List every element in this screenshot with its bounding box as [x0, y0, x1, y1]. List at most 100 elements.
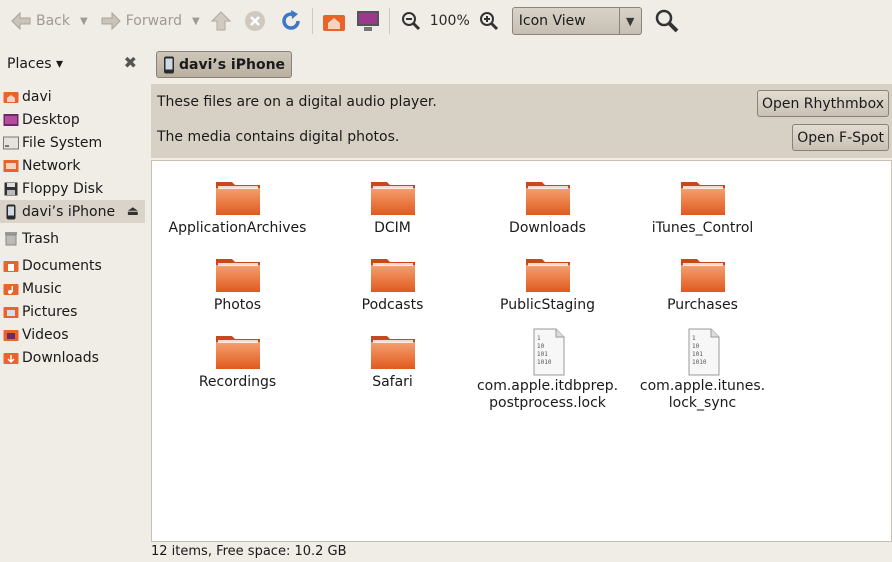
toolbar: Back ▼ Forward ▼ 100% Icon View ▼ — [0, 0, 892, 42]
folder-item[interactable]: PublicStaging — [470, 255, 625, 314]
sidebar-item[interactable]: File System — [0, 131, 145, 154]
chevron-down-icon: ▼ — [618, 8, 641, 34]
sidebar-item[interactable]: davi — [0, 85, 145, 108]
file-name: PublicStaging — [500, 297, 595, 313]
sidebar-item[interactable]: Documents — [0, 254, 145, 277]
sidebar-item-label: Downloads — [22, 349, 99, 366]
file-name: com.apple.itunes. lock_sync — [639, 378, 766, 411]
toolbar-separator — [311, 8, 313, 34]
folder-icon — [315, 178, 470, 218]
iphone-icon — [164, 56, 174, 73]
folder-item[interactable]: Downloads — [470, 178, 625, 237]
status-bar: 12 items, Free space: 10.2 GB — [151, 544, 347, 559]
view-mode-select[interactable]: Icon View ▼ — [511, 7, 642, 35]
svg-text:1: 1 — [692, 335, 696, 342]
audio-player-message: These files are on a digital audio playe… — [157, 94, 437, 110]
file-name: iTunes_Control — [651, 220, 754, 236]
svg-text:1: 1 — [537, 335, 541, 342]
home-folder-icon — [3, 89, 19, 105]
svg-text:1010: 1010 — [537, 359, 552, 366]
forward-arrow-icon — [101, 11, 121, 31]
sidebar-item-label: Music — [22, 280, 62, 297]
downloads-folder-icon — [3, 350, 19, 366]
floppy-icon — [3, 181, 19, 197]
videos-folder-icon — [3, 327, 19, 343]
close-sidebar-button[interactable]: ✖ — [124, 53, 137, 72]
close-icon: ✖ — [123, 53, 137, 72]
eject-icon[interactable]: ⏏ — [127, 204, 139, 219]
music-folder-icon — [3, 281, 19, 297]
sidebar-item[interactable]: Downloads — [0, 346, 145, 369]
breadcrumb-label: davi’s iPhone — [179, 56, 286, 73]
forward-label: Forward — [125, 13, 183, 29]
computer-icon — [356, 11, 379, 31]
sidebar-item-label: davi — [22, 88, 52, 105]
folder-icon — [160, 332, 315, 372]
folder-item[interactable]: iTunes_Control — [625, 178, 780, 237]
open-rhythmbox-button[interactable]: Open Rhythmbox — [756, 90, 889, 117]
svg-text:101: 101 — [692, 351, 703, 358]
sidebar-item[interactable]: Trash — [0, 227, 145, 250]
zoom-in-button[interactable] — [476, 8, 502, 34]
sidebar-item[interactable]: Network — [0, 154, 145, 177]
folder-icon — [625, 178, 780, 218]
folder-item[interactable]: Purchases — [625, 255, 780, 314]
sidebar-item[interactable]: Videos — [0, 323, 145, 346]
sidebar-item[interactable]: Music — [0, 277, 145, 300]
folder-item[interactable]: DCIM — [315, 178, 470, 237]
folder-icon — [470, 255, 625, 295]
zoom-level[interactable]: 100% — [430, 13, 470, 29]
breadcrumb-current[interactable]: davi’s iPhone — [156, 51, 293, 78]
file-name: ApplicationArchives — [168, 220, 307, 236]
svg-text:101: 101 — [537, 351, 548, 358]
network-icon — [3, 158, 19, 174]
sidebar-item[interactable]: Floppy Disk — [0, 177, 145, 200]
breadcrumb: davi’s iPhone — [156, 51, 293, 78]
back-label: Back — [36, 13, 70, 29]
folder-icon — [160, 255, 315, 295]
home-folder-icon — [322, 15, 345, 31]
file-item[interactable]: 1 10 101 1010 com.apple.itunes. lock_sync — [625, 328, 780, 412]
forward-button[interactable]: Forward — [96, 5, 186, 37]
folder-item[interactable]: Podcasts — [315, 255, 470, 314]
home-button[interactable] — [321, 8, 347, 34]
sidebar-item[interactable]: Pictures — [0, 300, 145, 323]
back-button[interactable]: Back — [6, 5, 74, 37]
zoom-out-button[interactable] — [398, 8, 424, 34]
search-button[interactable] — [654, 8, 680, 34]
forward-history-dropdown[interactable]: ▼ — [192, 16, 200, 27]
file-item[interactable]: 1 10 101 1010 com.apple.itdbprep. postproces… — [470, 328, 625, 412]
up-button[interactable] — [208, 8, 234, 34]
folder-icon — [625, 255, 780, 295]
sidebar-item-label: Trash — [22, 230, 59, 247]
zoom-out-icon — [401, 12, 420, 31]
sidebar-item-label: Network — [22, 157, 81, 174]
file-icon-view[interactable]: ApplicationArchives DCIM Downloads iTunes_C… — [151, 160, 892, 542]
folder-item[interactable]: Recordings — [160, 332, 315, 391]
file-name: Podcasts — [361, 297, 424, 313]
filesystem-icon — [3, 135, 19, 151]
file-name: DCIM — [374, 220, 411, 236]
folder-icon — [315, 332, 470, 372]
svg-text:10: 10 — [692, 343, 700, 350]
sidebar-item[interactable]: davi’s iPhone ⏏ — [0, 200, 145, 223]
places-dropdown[interactable]: Places ▾ — [7, 56, 63, 72]
reload-button[interactable] — [278, 8, 304, 34]
computer-button[interactable] — [355, 8, 381, 34]
sidebar-item-label: Documents — [22, 257, 102, 274]
folder-item[interactable]: Photos — [160, 255, 315, 314]
folder-item[interactable]: ApplicationArchives — [160, 178, 315, 237]
open-fspot-button[interactable]: Open F-Spot — [792, 124, 889, 151]
sidebar-header: Places ▾ ✖ — [0, 50, 145, 78]
sidebar-item-label: Desktop — [22, 111, 80, 128]
toolbar-separator — [388, 8, 390, 34]
folder-icon — [470, 178, 625, 218]
folder-item[interactable]: Safari — [315, 332, 470, 391]
sidebar-item[interactable]: Desktop — [0, 108, 145, 131]
file-name: Recordings — [198, 374, 277, 390]
stop-button[interactable] — [242, 8, 268, 34]
back-arrow-icon — [11, 11, 31, 31]
back-history-dropdown[interactable]: ▼ — [80, 16, 88, 27]
view-mode-value: Icon View — [518, 13, 586, 29]
sidebar-item-label: Videos — [22, 326, 69, 343]
